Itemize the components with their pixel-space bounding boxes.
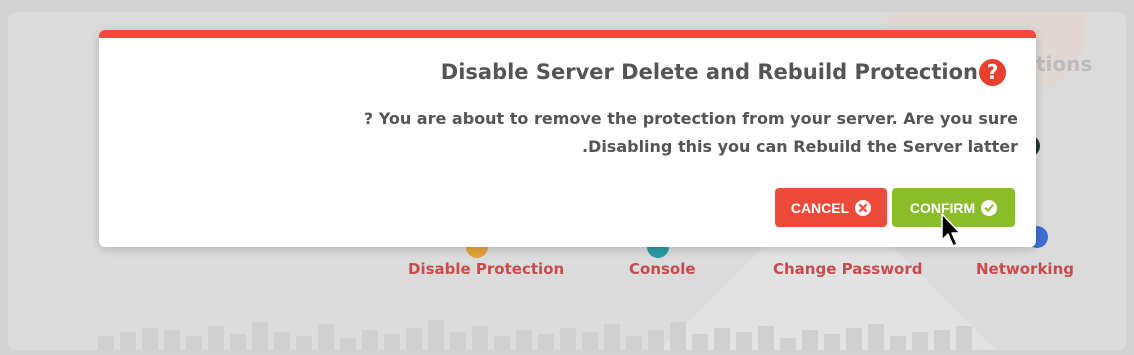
question-circle-icon: ?: [979, 59, 1006, 86]
networking-action[interactable]: Networking: [976, 260, 1074, 278]
times-circle-icon: [855, 199, 872, 216]
confirm-dialog: Disable Server Delete and Rebuild Protec…: [99, 30, 1036, 247]
disable-protection-action[interactable]: Disable Protection: [408, 260, 564, 278]
mouse-pointer-icon: [941, 213, 961, 247]
cancel-button[interactable]: CANCEL: [775, 188, 887, 227]
dialog-message-line-2: .Disabling this you can Rebuild the Serv…: [581, 137, 1018, 156]
change-password-action[interactable]: Change Password: [773, 260, 923, 278]
dialog-message-line-1: ? You are about to remove the protection…: [363, 109, 1018, 128]
check-circle-icon: [981, 199, 998, 216]
dialog-title: Disable Server Delete and Rebuild Protec…: [440, 60, 978, 84]
dialog-accent-bar: [99, 30, 1036, 38]
cancel-button-label: CANCEL: [790, 199, 850, 216]
console-action[interactable]: Console: [629, 260, 696, 278]
background-section-title: tions: [1036, 52, 1093, 76]
background-chart-bars: [98, 320, 972, 350]
